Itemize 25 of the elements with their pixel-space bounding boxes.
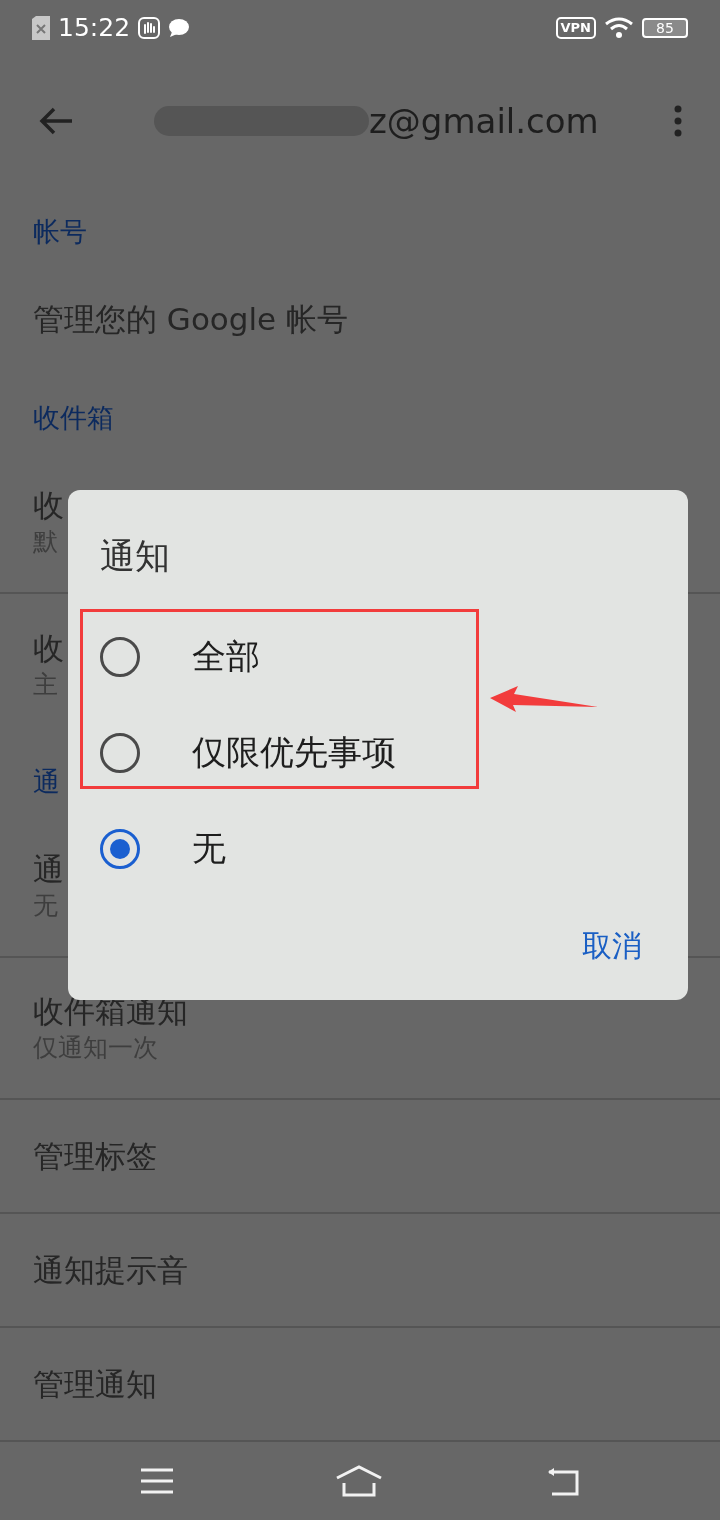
status-time: 15:22 [58,12,131,45]
sim-card-icon [32,16,50,40]
section-header: 通 [33,764,60,799]
settings-item[interactable]: 管理您的 Google 帐号 [0,266,720,372]
section-header: 收件箱 [33,400,114,435]
wifi-icon [604,17,634,39]
dialog-title: 通知 [100,535,171,578]
back-arrow-icon[interactable] [38,106,74,136]
radio-button[interactable] [100,828,140,869]
battery-indicator: 85 [642,18,688,38]
menu-icon[interactable] [140,1468,175,1494]
account-email: z@gmail.com [369,99,599,143]
chat-bubble-icon [168,18,191,38]
more-options-icon[interactable] [674,105,682,137]
settings-item[interactable]: 管理标签 [0,1100,720,1214]
option-label[interactable]: 全部 [192,631,260,682]
vpn-badge: VPN [555,17,596,39]
home-icon[interactable] [335,1465,383,1497]
option-label[interactable]: 仅限优先事项 [192,727,396,778]
radio-button[interactable] [100,636,140,677]
radio-button[interactable] [100,732,140,773]
option-label[interactable]: 无 [192,823,226,874]
settings-item[interactable]: 管理通知 [0,1328,720,1440]
section-header: 帐号 [33,214,87,249]
settings-item[interactable]: 通知提示音 [0,1214,720,1328]
